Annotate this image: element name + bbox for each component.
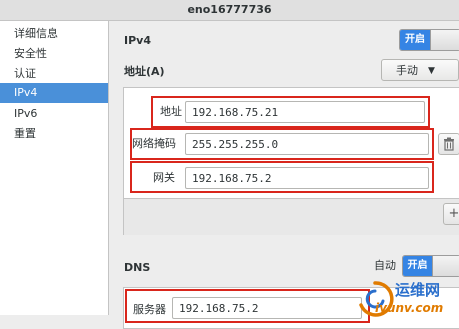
sidebar-item-ipv6[interactable]: IPv6 xyxy=(0,104,108,124)
trash-icon xyxy=(444,137,454,151)
method-select-value: 手动 xyxy=(396,64,418,77)
ipv4-toggle-knob xyxy=(430,30,459,50)
watermark-title: 运维网 xyxy=(395,281,441,299)
settings-sidebar: 详细信息 安全性 认证 IPv4 IPv6 重置 xyxy=(0,21,109,315)
delete-address-button[interactable] xyxy=(438,133,459,155)
address-label: 地址 xyxy=(160,105,182,118)
netmask-input[interactable]: 255.255.255.0 xyxy=(185,133,429,155)
plus-icon: + xyxy=(448,206,459,221)
address-section-label: 地址(A) xyxy=(124,65,165,78)
window-titlebar: eno16777736 xyxy=(0,0,459,21)
sidebar-item-authentication[interactable]: 认证 xyxy=(0,64,108,84)
sidebar-item-reset[interactable]: 重置 xyxy=(0,124,108,144)
dns-toggle-on-label: 开启 xyxy=(403,256,432,276)
ipv4-heading: IPv4 xyxy=(124,34,151,47)
sidebar-item-details[interactable]: 详细信息 xyxy=(0,24,108,44)
gateway-label: 网关 xyxy=(153,171,175,184)
chevron-down-icon: ▼ xyxy=(428,66,435,76)
ipv4-toggle[interactable]: 开启 xyxy=(399,29,459,51)
dns-auto-label: 自动 xyxy=(374,259,396,272)
method-select[interactable]: 手动 ▼ xyxy=(381,59,459,81)
ipv4-toggle-on-label: 开启 xyxy=(400,30,430,50)
address-input[interactable]: 192.168.75.21 xyxy=(185,101,425,123)
dns-toggle-knob xyxy=(432,256,459,276)
netmask-label: 网络掩码 xyxy=(132,137,176,150)
gateway-input[interactable]: 192.168.75.2 xyxy=(185,167,429,189)
address-panel-footer xyxy=(124,198,459,235)
sidebar-item-ipv4[interactable]: IPv4 xyxy=(0,83,108,103)
dns-heading: DNS xyxy=(124,261,151,274)
ipv4-settings-panel: IPv4 开启 地址(A) 手动 ▼ + 地址 192.168.75.21 网络… xyxy=(109,21,459,329)
window-title: eno16777736 xyxy=(187,3,272,16)
watermark-logo: 运维网 iyunv.com xyxy=(355,275,451,321)
dns-auto-toggle[interactable]: 开启 xyxy=(402,255,459,277)
add-address-button[interactable]: + xyxy=(443,203,459,225)
sidebar-item-security[interactable]: 安全性 xyxy=(0,44,108,64)
dns-server-input[interactable]: 192.168.75.2 xyxy=(172,297,362,319)
watermark-domain: iyunv.com xyxy=(375,301,444,315)
